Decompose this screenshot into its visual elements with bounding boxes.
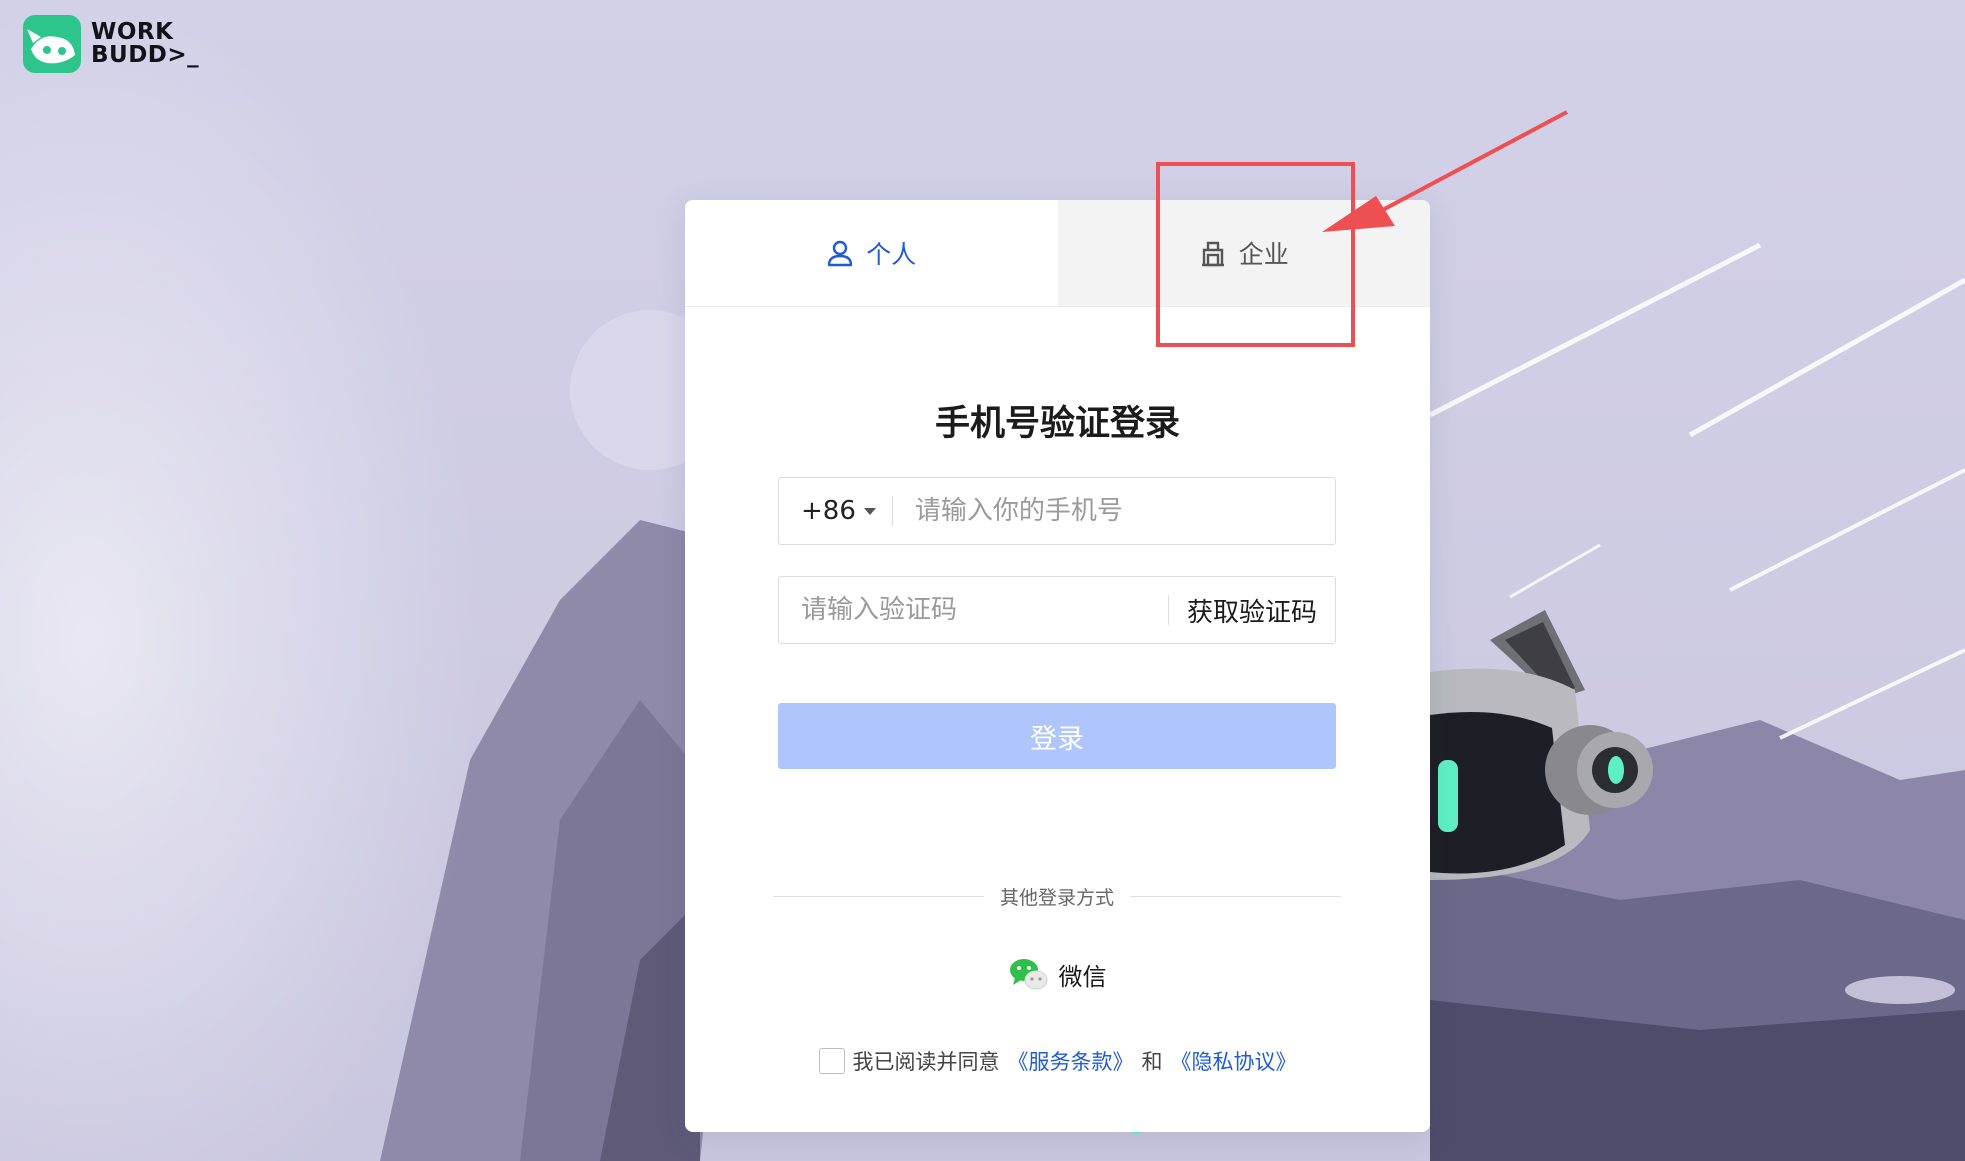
brand-line-1: WORK: [91, 19, 174, 45]
tab-personal[interactable]: 个人: [685, 200, 1058, 306]
annotation-highlight-box: [1156, 162, 1355, 347]
form-title: 手机号验证登录: [934, 404, 1180, 444]
login-button[interactable]: 登录: [778, 703, 1336, 769]
get-code-button[interactable]: 获取验证码: [1169, 592, 1335, 629]
wechat-label: 微信: [1058, 962, 1107, 991]
agreement-and: 和: [1141, 1050, 1163, 1074]
divider-line-left: [773, 896, 984, 897]
brand-line-2: BUDD>_: [91, 42, 200, 68]
tab-personal-label: 个人: [866, 240, 917, 269]
workbuddy-logo-icon: [23, 15, 81, 73]
agreement-checkbox[interactable]: [818, 1048, 845, 1074]
country-code-value: +86: [801, 496, 856, 526]
brand-logo[interactable]: WORK BUDD>_: [23, 15, 199, 73]
verification-code-input[interactable]: [779, 577, 1168, 643]
brand-wordmark: WORK BUDD>_: [91, 21, 199, 67]
agreement-row: 我已阅读并同意 《服务条款》 和 《隐私协议》: [685, 1046, 1430, 1076]
user-icon: [828, 240, 853, 267]
divider-line-right: [1130, 896, 1342, 897]
terms-link[interactable]: 《服务条款》: [1008, 1046, 1134, 1076]
phone-input[interactable]: [892, 478, 1335, 544]
code-field: 获取验证码: [778, 576, 1336, 644]
wechat-login-button[interactable]: 微信: [685, 956, 1430, 992]
caret-down-icon: [863, 507, 876, 515]
privacy-link[interactable]: 《隐私协议》: [1171, 1046, 1297, 1076]
country-code-select[interactable]: +86: [779, 478, 892, 544]
phone-field: +86: [778, 477, 1336, 545]
agreement-prefix: 我已阅读并同意: [852, 1050, 1000, 1074]
other-login-divider: 其他登录方式: [773, 883, 1342, 910]
other-login-label: 其他登录方式: [1000, 887, 1115, 909]
wechat-icon: [1009, 959, 1047, 990]
